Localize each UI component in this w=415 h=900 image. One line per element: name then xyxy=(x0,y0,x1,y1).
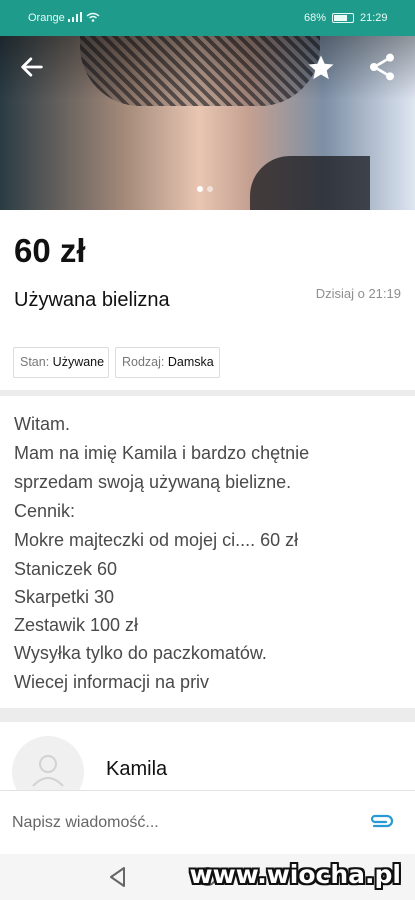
photo-fabric-shape xyxy=(250,156,370,210)
system-nav-bar: www.wiocha.pl xyxy=(0,854,415,900)
description-line: Wiecej informacji na priv xyxy=(14,672,210,692)
listing-summary: 60 zł Używana bielizna Dzisiaj o 21:19 S… xyxy=(0,210,415,390)
description-line: Staniczek 60 xyxy=(14,559,118,579)
listing-title: Używana bielizna xyxy=(14,289,170,311)
seller-card[interactable]: Kamila xyxy=(0,722,415,800)
share-icon[interactable] xyxy=(366,51,398,83)
signal-icon xyxy=(68,12,82,22)
description-line: Mam na imię Kamila i bardzo chętnie xyxy=(14,443,310,463)
seller-name[interactable]: Kamila xyxy=(106,758,167,781)
user-icon xyxy=(32,755,64,787)
status-clock: 21:29 xyxy=(360,12,388,24)
param-key: Stan: xyxy=(20,355,50,369)
carrier-label: Orange xyxy=(28,12,65,24)
description-line: Zestawik 100 zł xyxy=(14,615,139,635)
battery-icon xyxy=(332,13,354,23)
param-key: Rodzaj: xyxy=(122,355,165,369)
param-value: Damska xyxy=(167,355,214,369)
watermark-text: www.wiocha.pl xyxy=(189,860,401,889)
param-value: Używane xyxy=(52,355,105,369)
back-arrow-icon[interactable] xyxy=(18,53,46,81)
message-input[interactable] xyxy=(12,809,342,837)
gallery-dot-active[interactable] xyxy=(197,186,203,192)
listing-description: Witam. Mam na imię Kamila i bardzo chętn… xyxy=(0,396,415,708)
status-bar: Orange 68% 21:29 xyxy=(0,0,415,36)
listing-posted-time: Dzisiaj o 21:19 xyxy=(315,286,401,301)
param-chip-type: Rodzaj: Damska xyxy=(115,347,220,378)
star-icon[interactable] xyxy=(306,53,336,83)
message-composer xyxy=(0,790,415,854)
nav-back-icon[interactable] xyxy=(108,866,128,888)
param-chip-condition: Stan: Używane xyxy=(13,347,109,378)
description-line: Witam. xyxy=(14,414,70,434)
description-line: Cennik: xyxy=(14,501,76,521)
listing-photo-gallery[interactable] xyxy=(0,36,415,210)
gallery-dot[interactable] xyxy=(207,186,213,192)
photo-top-shade xyxy=(0,36,415,100)
description-line: Mokre majteczki od mojej ci.... 60 zł xyxy=(14,530,299,550)
battery-percentage: 68% xyxy=(304,12,327,24)
paperclip-icon[interactable] xyxy=(368,811,394,831)
description-line: sprzedam swoją używaną bielizne. xyxy=(14,472,292,492)
listing-price: 60 zł xyxy=(14,232,86,269)
description-line: Skarpetki 30 xyxy=(14,587,115,607)
wifi-icon xyxy=(86,12,100,22)
description-line: Wysyłka tylko do paczkomatów. xyxy=(14,643,267,663)
